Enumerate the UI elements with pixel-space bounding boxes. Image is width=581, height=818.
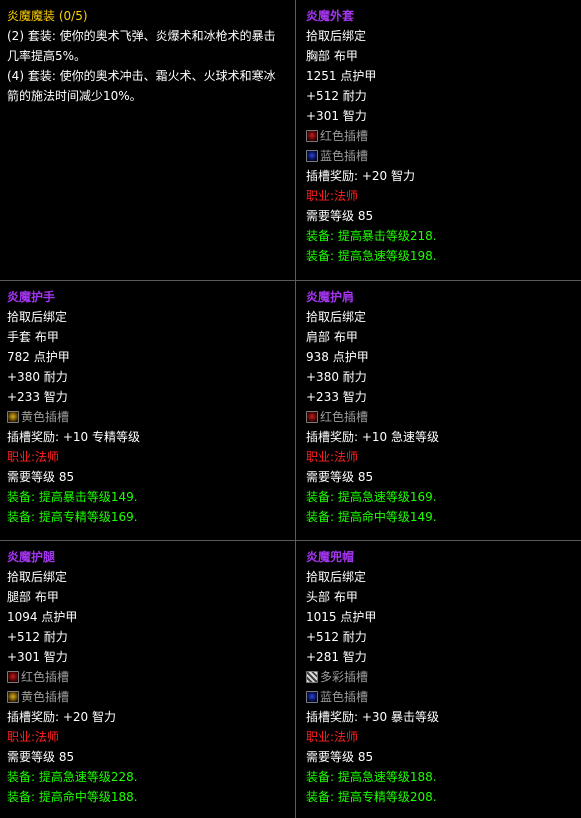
set-bonus-panel: 炎魔魔装 (0/5) (2) 套装: 使你的奥术飞弹、炎爆术和冰枪术的暴击几率提…	[0, 0, 296, 281]
bind-type: 拾取后绑定	[306, 310, 367, 324]
class-label: 职业:	[306, 730, 335, 744]
class-value[interactable]: 法师	[334, 727, 358, 747]
socket-row[interactable]: 蓝色插槽	[306, 687, 573, 707]
item-tooltip: 炎魔护腿拾取后绑定腿部 布甲 1094 点护甲 +512 耐力 +301 智力红色插槽…	[0, 541, 296, 818]
class-label: 职业:	[306, 450, 335, 464]
socket-row[interactable]: 红色插槽	[306, 407, 573, 427]
intellect-stat: +281 智力	[306, 650, 367, 664]
bind-type: 拾取后绑定	[7, 310, 68, 324]
bind-type: 拾取后绑定	[7, 570, 68, 584]
prismatic-socket-icon	[306, 671, 318, 683]
item-slot: 手套 布甲	[7, 330, 59, 344]
equip-effect[interactable]: 装备: 提高暴击等级149.	[7, 487, 287, 507]
socket-label: 黄色插槽	[21, 410, 70, 424]
socket-row[interactable]: 黄色插槽	[7, 687, 287, 707]
blue-socket-icon	[306, 691, 318, 703]
red-socket-icon	[306, 411, 318, 423]
required-level: 需要等级 85	[7, 470, 75, 484]
stamina-stat: +380 耐力	[306, 370, 367, 384]
class-value[interactable]: 法师	[35, 727, 59, 747]
item-name[interactable]: 炎魔外套	[306, 6, 573, 26]
red-socket-icon	[306, 130, 318, 142]
class-value[interactable]: 法师	[334, 447, 358, 467]
intellect-stat: +233 智力	[7, 390, 68, 404]
armor-value: 1094 点护甲	[7, 610, 78, 624]
armor-value: 938 点护甲	[306, 350, 369, 364]
stamina-stat: +512 耐力	[306, 89, 367, 103]
item-slot: 头部 布甲	[306, 590, 358, 604]
stamina-stat: +512 耐力	[7, 630, 68, 644]
equip-effect[interactable]: 装备: 提高专精等级208.	[306, 787, 573, 807]
class-label: 职业:	[7, 450, 36, 464]
yellow-socket-icon	[7, 411, 19, 423]
bind-type: 拾取后绑定	[306, 29, 367, 43]
socket-row[interactable]: 黄色插槽	[7, 407, 287, 427]
item-name[interactable]: 炎魔护肩	[306, 287, 573, 307]
equip-effect[interactable]: 装备: 提高急速等级188.	[306, 767, 573, 787]
socket-label: 多彩插槽	[320, 670, 369, 684]
class-label: 职业:	[306, 189, 335, 203]
socket-bonus: 插槽奖励: +10 专精等级	[7, 430, 140, 444]
class-requirement: 职业: 法师	[7, 447, 287, 467]
armor-value: 782 点护甲	[7, 350, 70, 364]
equip-effect[interactable]: 装备: 提高命中等级149.	[306, 507, 573, 527]
socket-label: 红色插槽	[320, 410, 369, 424]
equip-effect[interactable]: 装备: 提高急速等级169.	[306, 487, 573, 507]
item-tooltip: 炎魔护手拾取后绑定手套 布甲 782 点护甲 +380 耐力 +233 智力黄色插槽插…	[0, 281, 296, 541]
armor-value: 1251 点护甲	[306, 69, 377, 83]
armor-value: 1015 点护甲	[306, 610, 377, 624]
yellow-socket-icon	[7, 691, 19, 703]
socket-bonus: 插槽奖励: +20 智力	[306, 169, 415, 183]
socket-label: 红色插槽	[320, 129, 369, 143]
equip-effect[interactable]: 装备: 提高急速等级198.	[306, 246, 573, 266]
class-label: 职业:	[7, 730, 36, 744]
socket-row[interactable]: 红色插槽	[306, 126, 573, 146]
bind-type: 拾取后绑定	[306, 570, 367, 584]
item-name[interactable]: 炎魔兜帽	[306, 547, 573, 567]
red-socket-icon	[7, 671, 19, 683]
item-tooltip: 炎魔兜帽拾取后绑定头部 布甲 1015 点护甲 +512 耐力 +281 智力多彩插槽…	[296, 541, 581, 818]
class-requirement: 职业: 法师	[306, 186, 573, 206]
item-tooltip: 炎魔护肩拾取后绑定肩部 布甲 938 点护甲 +380 耐力 +233 智力红色插槽插…	[296, 281, 581, 541]
blue-socket-icon	[306, 150, 318, 162]
socket-bonus: 插槽奖励: +20 智力	[7, 710, 116, 724]
socket-label: 黄色插槽	[21, 690, 70, 704]
class-value[interactable]: 法师	[35, 447, 59, 467]
stamina-stat: +380 耐力	[7, 370, 68, 384]
required-level: 需要等级 85	[7, 750, 75, 764]
class-requirement: 职业: 法师	[306, 727, 573, 747]
socket-bonus: 插槽奖励: +30 暴击等级	[306, 710, 439, 724]
required-level: 需要等级 85	[306, 750, 374, 764]
item-slot: 肩部 布甲	[306, 330, 358, 344]
socket-row[interactable]: 红色插槽	[7, 667, 287, 687]
stamina-stat: +512 耐力	[306, 630, 367, 644]
socket-label: 蓝色插槽	[320, 149, 369, 163]
socket-label: 红色插槽	[21, 670, 70, 684]
item-slot: 胸部 布甲	[306, 49, 358, 63]
set-bonus-4: (4) 套装: 使你的奥术冲击、霜火术、火球术和寒冰箭的施法时间减少10%。	[7, 69, 276, 103]
class-value[interactable]: 法师	[334, 186, 358, 206]
required-level: 需要等级 85	[306, 470, 374, 484]
class-requirement: 职业: 法师	[7, 727, 287, 747]
intellect-stat: +233 智力	[306, 390, 367, 404]
set-bonus-2: (2) 套装: 使你的奥术飞弹、炎爆术和冰枪术的暴击几率提高5%。	[7, 29, 276, 63]
equip-effect[interactable]: 装备: 提高急速等级228.	[7, 767, 287, 787]
set-name[interactable]: 炎魔魔装	[7, 6, 55, 26]
equip-effect[interactable]: 装备: 提高暴击等级218.	[306, 226, 573, 246]
item-name[interactable]: 炎魔护腿	[7, 547, 287, 567]
socket-row[interactable]: 蓝色插槽	[306, 146, 573, 166]
socket-label: 蓝色插槽	[320, 690, 369, 704]
equip-effect[interactable]: 装备: 提高专精等级169.	[7, 507, 287, 527]
set-count: (0/5)	[58, 9, 88, 23]
item-slot: 腿部 布甲	[7, 590, 59, 604]
socket-bonus: 插槽奖励: +10 急速等级	[306, 430, 439, 444]
socket-row[interactable]: 多彩插槽	[306, 667, 573, 687]
equip-effect[interactable]: 装备: 提高命中等级188.	[7, 787, 287, 807]
required-level: 需要等级 85	[306, 209, 374, 223]
class-requirement: 职业: 法师	[306, 447, 573, 467]
intellect-stat: +301 智力	[306, 109, 367, 123]
intellect-stat: +301 智力	[7, 650, 68, 664]
item-tooltip: 炎魔外套拾取后绑定胸部 布甲 1251 点护甲 +512 耐力 +301 智力红色插槽…	[296, 0, 581, 281]
item-name[interactable]: 炎魔护手	[7, 287, 287, 307]
